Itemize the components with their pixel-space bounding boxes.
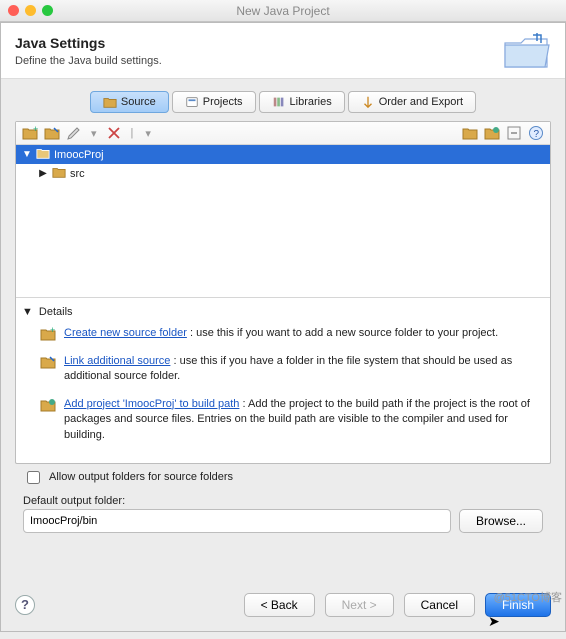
separator: | (131, 127, 134, 139)
help-button[interactable]: ? (15, 595, 35, 615)
panel-toolbar: + ▾ | ▾ ? (16, 122, 550, 145)
link-source-icon (40, 354, 56, 370)
tab-label: Libraries (290, 96, 332, 108)
disclosure-triangle-icon[interactable]: ▶ (38, 168, 48, 179)
browse-button[interactable]: Browse... (459, 509, 543, 533)
back-button[interactable]: < Back (244, 593, 315, 617)
default-output-label: Default output folder: (15, 491, 551, 509)
dialog-body: Source Projects Libraries Order and Expo… (1, 79, 565, 547)
add-to-buildpath-icon (40, 397, 56, 413)
separator: ▾ (91, 127, 97, 140)
minimize-window-icon[interactable] (25, 5, 36, 16)
project-folder-icon (36, 146, 50, 163)
remove-icon[interactable] (106, 125, 122, 141)
dialog: Java Settings Define the Java build sett… (0, 22, 566, 632)
link-additional-source-link[interactable]: Link additional source (64, 355, 170, 367)
allow-output-checkbox[interactable] (27, 471, 40, 484)
libraries-icon (272, 95, 286, 109)
detail-item: Link additional source : use this if you… (40, 354, 544, 385)
tree-project-label: ImoocProj (54, 149, 104, 161)
allow-output-row: Allow output folders for source folders (15, 464, 551, 491)
link-source-icon[interactable] (44, 125, 60, 141)
tab-order-export[interactable]: Order and Export (348, 91, 476, 113)
source-panel: + ▾ | ▾ ? ▼ I (15, 121, 551, 464)
disclosure-triangle-icon[interactable]: ▼ (22, 306, 33, 318)
allow-output-label: Allow output folders for source folders (49, 471, 233, 483)
tab-label: Projects (203, 96, 243, 108)
svg-text:+: + (33, 125, 38, 134)
close-window-icon[interactable] (8, 5, 19, 16)
finish-button[interactable]: Finish (485, 593, 551, 617)
projects-icon (185, 95, 199, 109)
tab-projects[interactable]: Projects (172, 91, 256, 113)
toggle-icon[interactable] (462, 125, 478, 141)
wizard-folder-icon (503, 31, 551, 71)
next-button: Next > (325, 593, 394, 617)
detail-item: + Create new source folder : use this if… (40, 326, 544, 342)
window-controls (8, 5, 53, 16)
tree-src-row[interactable]: ▶ src (16, 164, 550, 183)
page-title: Java Settings (15, 35, 162, 51)
new-source-folder-icon: + (40, 326, 56, 342)
tab-label: Source (121, 96, 156, 108)
tab-source[interactable]: Source (90, 91, 169, 113)
detail-item: Add project 'ImoocProj' to build path : … (40, 397, 544, 443)
cancel-button[interactable]: Cancel (404, 593, 475, 617)
default-output-field[interactable] (23, 509, 451, 533)
new-source-folder-icon[interactable]: + (22, 125, 38, 141)
tab-bar: Source Projects Libraries Order and Expo… (15, 91, 551, 113)
disclosure-triangle-icon[interactable]: ▼ (22, 149, 32, 160)
help-icon[interactable]: ? (528, 125, 544, 141)
wizard-footer: ? < Back Next > Cancel Finish (1, 583, 565, 631)
add-to-buildpath-icon[interactable] (484, 125, 500, 141)
detail-text: : use this if you want to add a new sour… (187, 327, 498, 339)
svg-text:?: ? (534, 129, 540, 140)
zoom-window-icon[interactable] (42, 5, 53, 16)
details-heading: Details (39, 306, 73, 318)
add-project-buildpath-link[interactable]: Add project 'ImoocProj' to build path (64, 398, 239, 410)
tab-label: Order and Export (379, 96, 463, 108)
collapse-all-icon[interactable] (506, 125, 522, 141)
svg-text:+: + (50, 326, 55, 335)
package-folder-icon (52, 165, 66, 182)
details-section: ▼ Details + Create new source folder : u… (16, 297, 550, 463)
page-subtitle: Define the Java build settings. (15, 55, 162, 67)
tree-project-row[interactable]: ▼ ImoocProj (16, 145, 550, 164)
source-folder-icon (103, 95, 117, 109)
tab-libraries[interactable]: Libraries (259, 91, 345, 113)
window-title: New Java Project (236, 4, 329, 18)
create-source-folder-link[interactable]: Create new source folder (64, 327, 187, 339)
dialog-header: Java Settings Define the Java build sett… (1, 23, 565, 79)
edit-icon[interactable] (66, 125, 82, 141)
titlebar: New Java Project (0, 0, 566, 22)
order-export-icon (361, 95, 375, 109)
dropdown-icon[interactable]: ▾ (145, 127, 151, 140)
source-tree[interactable]: ▼ ImoocProj ▶ src (16, 145, 550, 297)
tree-src-label: src (70, 168, 85, 180)
